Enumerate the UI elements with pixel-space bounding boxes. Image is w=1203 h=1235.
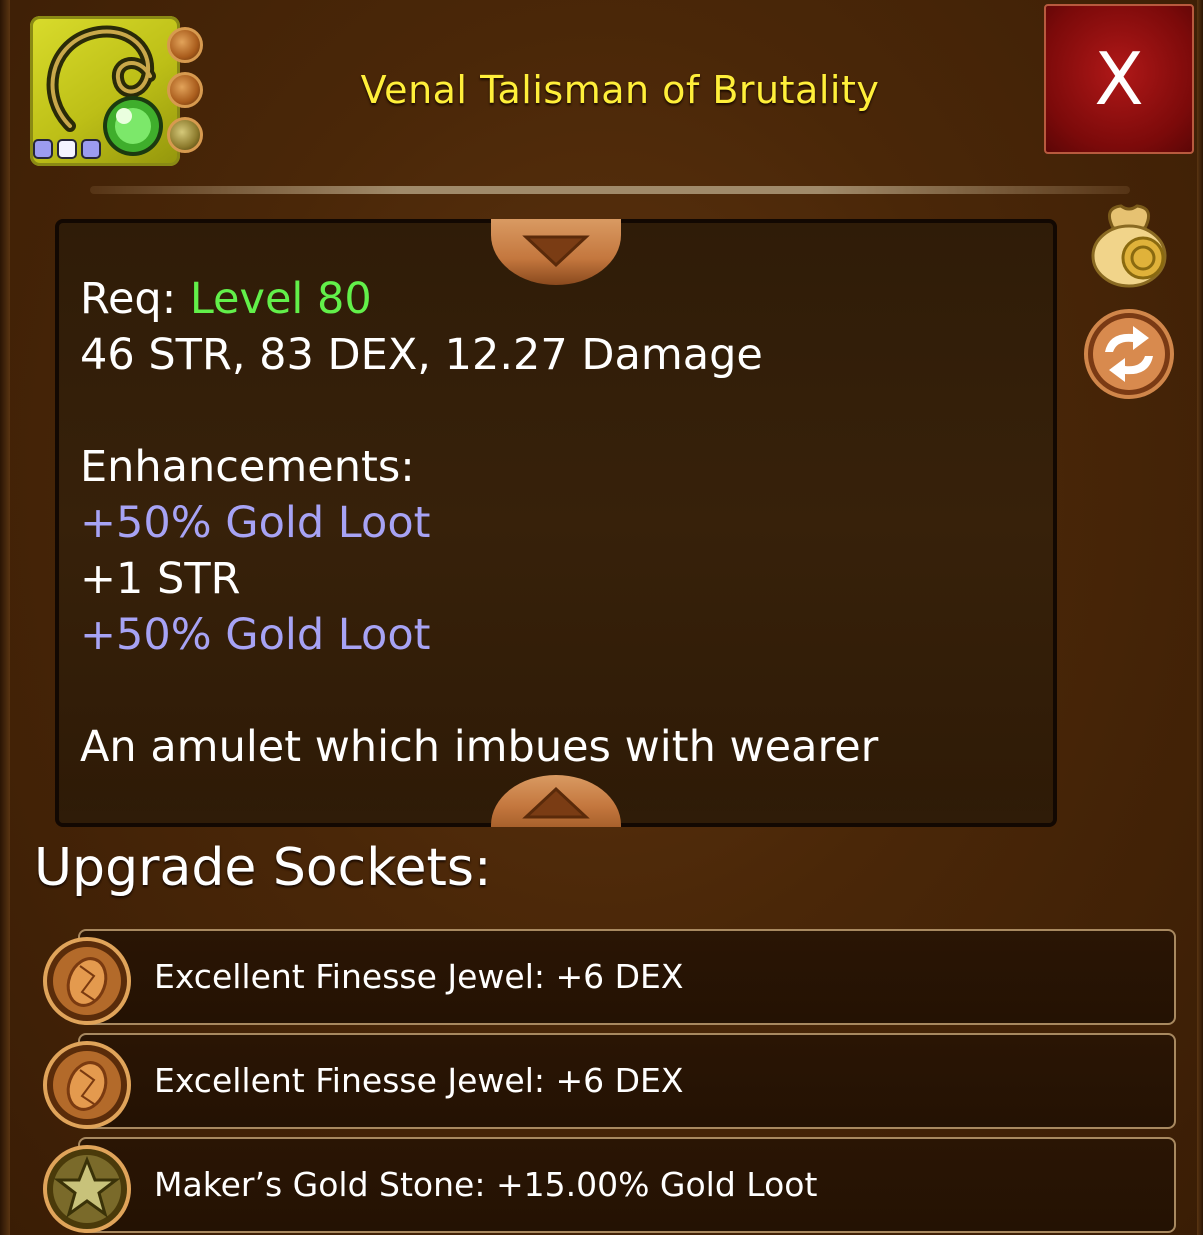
scroll-up-button[interactable] [491,775,621,827]
sell-gold-bag-icon [1091,204,1167,288]
swap-arrows-icon [1084,309,1174,399]
description-text: Req: Level 80 46 STR, 83 DEX, 12.27 Dama… [80,271,1020,775]
socket-label: Maker’s Gold Stone: +15.00% Gold Loot [154,1165,818,1204]
close-icon: X [1094,37,1144,121]
gold-stone-icon [167,117,203,153]
socket-label: Excellent Finesse Jewel: +6 DEX [154,1061,684,1100]
enhancement-line: +50% Gold Loot [80,610,431,660]
window-frame-left [0,0,10,1235]
socket-row[interactable]: Excellent Finesse Jewel: +6 DEX [78,1033,1176,1129]
stats-line: 46 STR, 83 DEX, 12.27 Damage [80,330,763,380]
rarity-dot [81,139,101,159]
enhancement-line: +1 STR [80,554,241,604]
triangle-down-icon [522,235,590,268]
window-frame-right [1197,0,1203,1235]
close-button[interactable]: X [1044,4,1194,154]
finesse-jewel-icon [43,937,131,1025]
scroll-down-button[interactable] [491,219,621,285]
req-label: Req: [80,274,177,324]
enhancements-label: Enhancements: [80,442,415,492]
rarity-dot [57,139,77,159]
finesse-jewel-icon [167,72,203,108]
finesse-jewel-icon [43,1041,131,1129]
sell-button[interactable] [1083,198,1175,290]
enhancement-line: +50% Gold Loot [80,498,431,548]
socket-row[interactable]: Maker’s Gold Stone: +15.00% Gold Loot [78,1137,1176,1233]
gold-stone-icon [43,1145,131,1233]
divider [90,186,1130,194]
rarity-dot [33,139,53,159]
triangle-up-icon [522,786,590,819]
swap-button[interactable] [1083,308,1175,400]
socket-label: Excellent Finesse Jewel: +6 DEX [154,957,684,996]
description-panel[interactable]: Req: Level 80 46 STR, 83 DEX, 12.27 Dama… [55,219,1057,827]
socket-row[interactable]: Excellent Finesse Jewel: +6 DEX [78,929,1176,1025]
item-title: Venal Talisman of Brutality [360,68,880,112]
req-level: Level 80 [189,274,372,324]
upgrade-sockets-header: Upgrade Sockets: [34,838,492,898]
rarity-dots [33,139,101,159]
flavor-text: An amulet which imbues with wearer [80,722,879,772]
finesse-jewel-icon [167,27,203,63]
